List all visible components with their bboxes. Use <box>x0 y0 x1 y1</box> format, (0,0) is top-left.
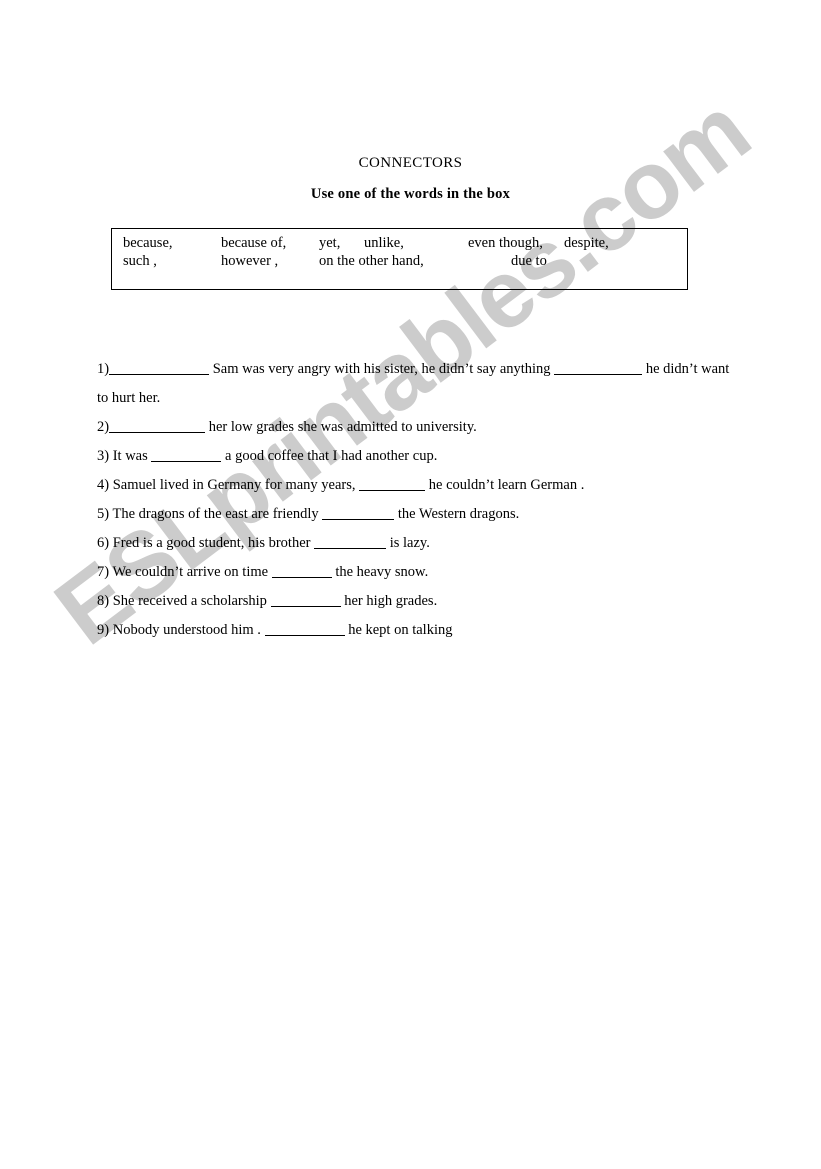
exercise-item: 2) her low grades she was admitted to un… <box>97 413 747 442</box>
item-text: her high grades. <box>340 593 438 609</box>
item-text: the Western dragons. <box>394 506 520 522</box>
word-bank-item: however , <box>221 253 279 269</box>
item-text: her low grades she was admitted to unive… <box>205 419 477 435</box>
item-number: 5) <box>97 506 110 522</box>
item-text: Samuel lived in Germany for many years, <box>109 477 360 493</box>
page-title: CONNECTORS <box>358 155 463 171</box>
word-bank-item: despite, <box>564 235 609 251</box>
item-text: Fred is a good student, his brother <box>109 535 315 551</box>
exercise-item: 6) Fred is a good student, his brother i… <box>97 529 747 558</box>
answer-blank[interactable] <box>314 535 387 549</box>
item-text: he kept on talking <box>344 622 453 638</box>
exercise-item: 9) Nobody understood him . he kept on ta… <box>97 616 747 645</box>
answer-blank[interactable] <box>271 564 332 578</box>
item-number: 6) <box>97 535 110 551</box>
exercise-item: 1) Sam was very angry with his sister, h… <box>97 355 737 413</box>
answer-blank[interactable] <box>151 448 222 462</box>
item-text: It was <box>109 448 152 464</box>
word-bank-item: yet, <box>319 235 341 251</box>
word-bank-box: because, because of, yet, unlike, even thoug… <box>111 228 688 290</box>
answer-blank[interactable] <box>554 361 643 375</box>
answer-blank[interactable] <box>270 593 341 607</box>
item-number: 4) <box>97 477 110 493</box>
item-text: The dragons of the east are friendly <box>109 506 323 522</box>
word-bank-item: due to <box>511 253 547 269</box>
item-text: is lazy. <box>386 535 430 551</box>
item-text: Nobody understood him . <box>109 622 265 638</box>
item-text: We couldn’t arrive on time <box>109 564 272 580</box>
item-text: Sam was very angry with his sister, he d… <box>209 361 555 377</box>
word-bank-item: because of, <box>221 235 287 251</box>
word-bank-item: even though, <box>468 235 543 251</box>
exercise-item: 8) She received a scholarship her high g… <box>97 587 747 616</box>
exercise-item: 5) The dragons of the east are friendly … <box>97 500 747 529</box>
answer-blank[interactable] <box>264 622 345 636</box>
exercise-list: 1) Sam was very angry with his sister, h… <box>97 355 747 645</box>
instructions-text: Use one of the words in the box <box>310 186 511 202</box>
answer-blank[interactable] <box>109 361 210 375</box>
item-number: 1) <box>97 361 110 377</box>
worksheet-page: ESLprintables.com CONNECTORS Use one of … <box>0 0 821 1169</box>
word-bank-row-2: such , however , on the other hand, due to <box>112 253 687 270</box>
item-number: 8) <box>97 593 110 609</box>
item-text: She received a scholarship <box>109 593 271 609</box>
item-number: 3) <box>97 448 110 464</box>
word-bank-item: unlike, <box>364 235 404 251</box>
item-number: 9) <box>97 622 110 638</box>
word-bank-item: on the other hand, <box>319 253 424 269</box>
word-bank-row-1: because, because of, yet, unlike, even thoug… <box>112 235 687 252</box>
exercise-item: 3) It was a good coffee that I had anoth… <box>97 442 747 471</box>
answer-blank[interactable] <box>322 506 395 520</box>
item-text: a good coffee that I had another cup. <box>221 448 438 464</box>
answer-blank[interactable] <box>109 419 206 433</box>
word-bank-item: such , <box>123 253 157 269</box>
item-number: 2) <box>97 419 110 435</box>
item-number: 7) <box>97 564 110 580</box>
answer-blank[interactable] <box>359 477 426 491</box>
word-bank-item: because, <box>123 235 173 251</box>
exercise-item: 7) We couldn’t arrive on time the heavy … <box>97 558 747 587</box>
item-text: he couldn’t learn German . <box>425 477 585 493</box>
exercise-item: 4) Samuel lived in Germany for many year… <box>97 471 747 500</box>
item-text: the heavy snow. <box>331 564 429 580</box>
